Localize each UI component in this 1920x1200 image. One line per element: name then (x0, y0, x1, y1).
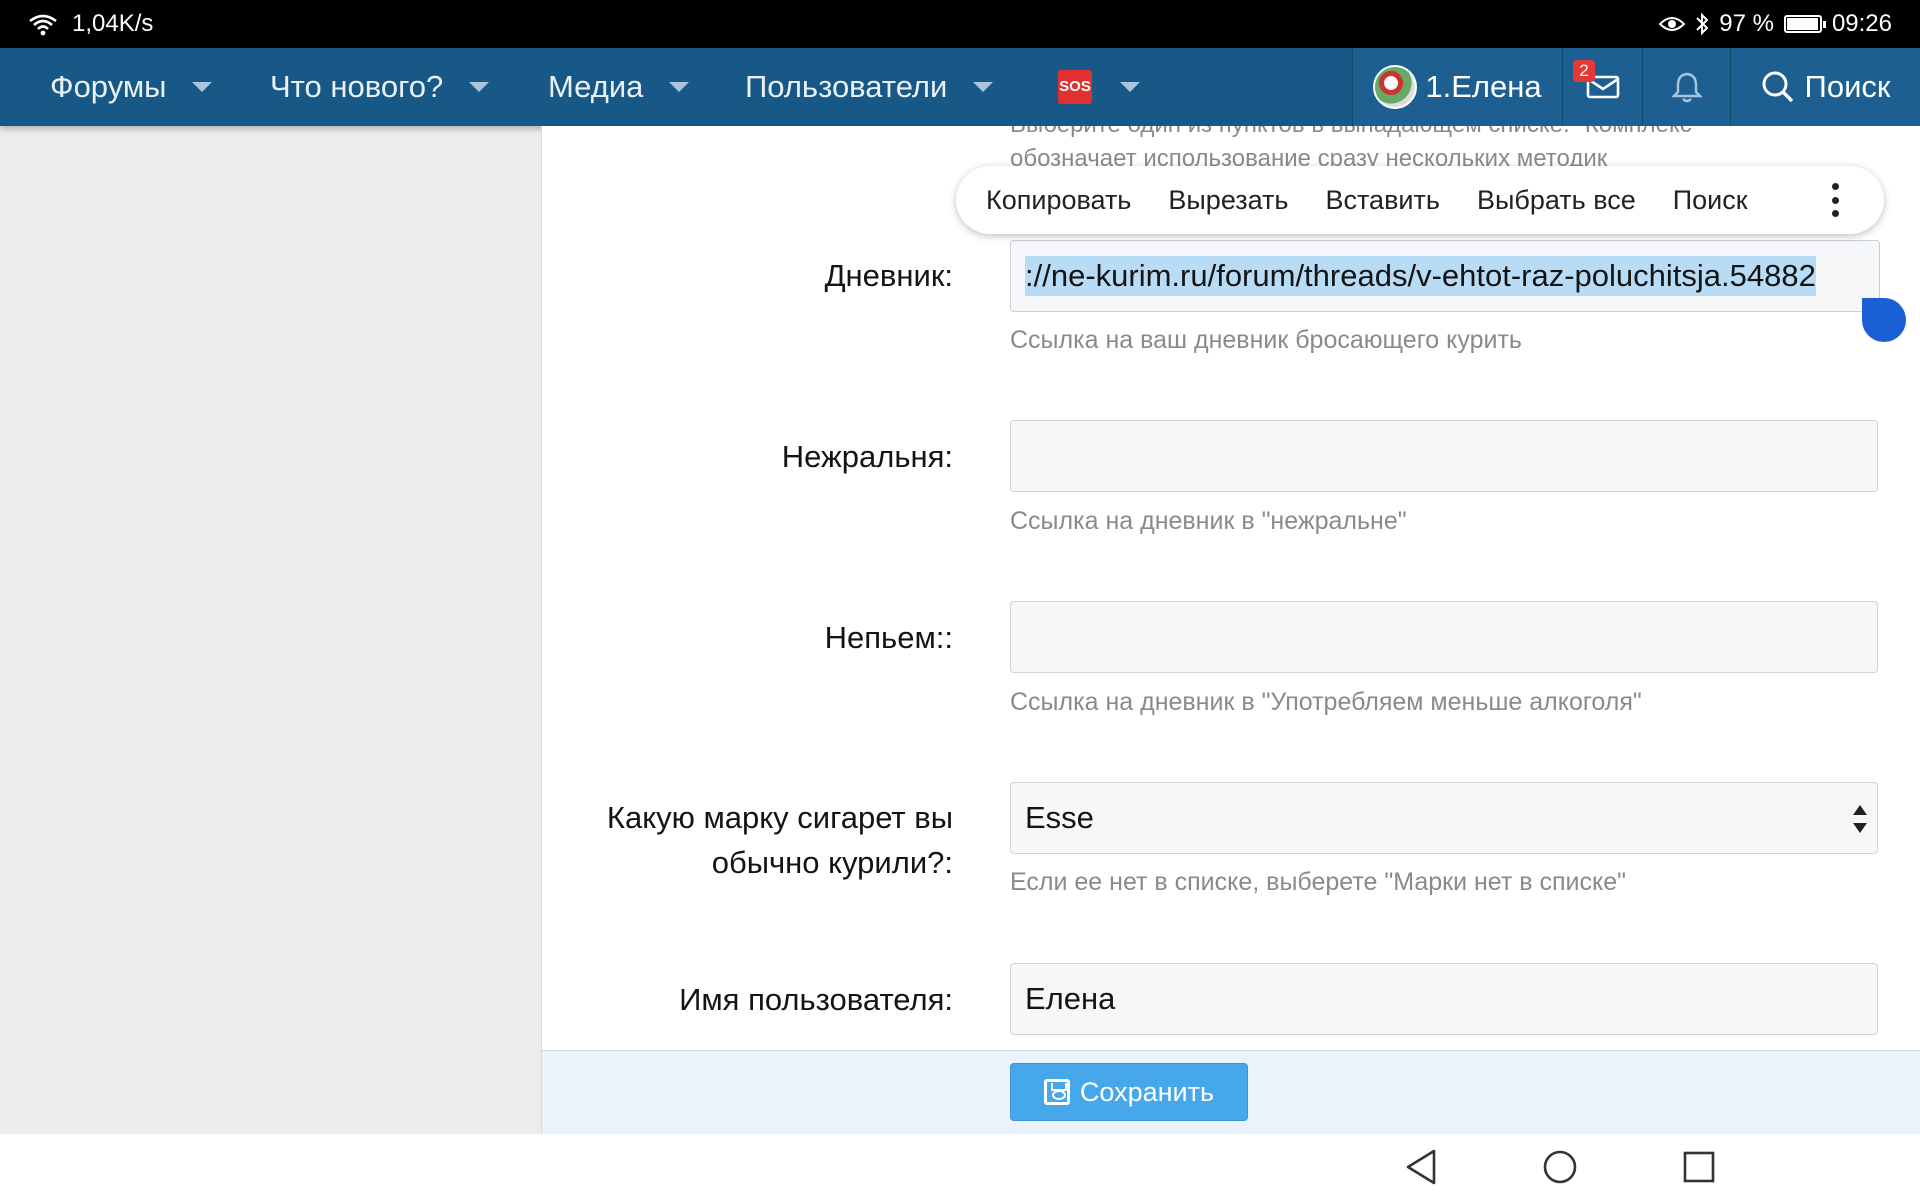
nav-media[interactable]: Медиа (548, 48, 690, 126)
battery-percent: 97 % (1719, 10, 1774, 37)
diary-hint: Ссылка на ваш дневник бросающего курить (1010, 326, 1522, 354)
cigarette-brand-hint: Если ее нет в списке, выберете "Марки не… (1010, 868, 1626, 896)
username-label: Имя пользователя: (679, 982, 953, 1017)
chevron-down-icon[interactable] (192, 82, 213, 92)
search-menu-item[interactable]: Поиск (1673, 185, 1748, 216)
chevron-down-icon[interactable] (973, 82, 994, 92)
home-icon[interactable] (1542, 1148, 1578, 1186)
chevron-down-icon[interactable] (669, 82, 690, 92)
alerts-button[interactable] (1642, 48, 1730, 126)
android-nav-bar (0, 1134, 1920, 1200)
avatar (1373, 65, 1418, 109)
nepyem-label: Непьем:: (824, 620, 953, 655)
select-arrows-icon (1853, 805, 1867, 833)
cigarette-brand-value: Esse (1025, 800, 1094, 835)
cigarette-brand-select[interactable]: Esse (1010, 782, 1878, 854)
nepyem-field[interactable] (1010, 601, 1878, 673)
nezhralnya-label: Нежральня: (781, 439, 953, 474)
inbox-badge: 2 (1573, 60, 1595, 82)
username-field-value: Елена (1025, 981, 1116, 1016)
username-field[interactable]: Елена (1010, 963, 1878, 1035)
nav-members-label: Пользователи (745, 69, 948, 104)
nav-whats-new[interactable]: Что нового? (270, 48, 490, 126)
nezhralnya-field[interactable] (1010, 420, 1878, 492)
nav-sos[interactable]: SOS (1058, 48, 1140, 126)
save-button-label: Сохранить (1079, 1076, 1215, 1107)
chevron-down-icon[interactable] (1120, 82, 1140, 92)
user-name: 1.Елена (1425, 69, 1542, 104)
search-label: Поиск (1804, 69, 1891, 104)
sos-icon: SOS (1058, 70, 1092, 104)
battery-fill (1786, 18, 1818, 30)
select-all-menu-item[interactable]: Выбрать все (1477, 185, 1636, 216)
diary-field-value: ://ne-kurim.ru/forum/threads/v-ehtot-raz… (1025, 256, 1816, 296)
paste-menu-item[interactable]: Вставить (1325, 185, 1439, 216)
nezhralnya-hint: Ссылка на дневник в "нежральне" (1010, 507, 1407, 535)
nav-whats-new-label: Что нового? (270, 69, 444, 104)
method-hint-line1: Выберите один из пунктов в выпадающем сп… (1010, 126, 1830, 142)
wifi-icon (29, 14, 57, 36)
cut-menu-item[interactable]: Вырезать (1168, 185, 1288, 216)
text-selection-menu: Копировать Вырезать Вставить Выбрать все… (956, 166, 1884, 234)
save-button[interactable]: Сохранить (1010, 1063, 1248, 1121)
bluetooth-icon (1696, 12, 1709, 36)
nepyem-hint: Ссылка на дневник в "Употребляем меньше … (1010, 688, 1642, 716)
floppy-disk-icon (1043, 1079, 1070, 1105)
nav-media-label: Медиа (548, 69, 644, 104)
diary-label: Дневник: (824, 258, 953, 293)
copy-menu-item[interactable]: Копировать (986, 185, 1131, 216)
selection-handle[interactable] (1862, 298, 1906, 342)
cigarette-brand-label: Какую марку сигарет вы обычно курили?: (607, 795, 953, 885)
diary-field[interactable]: ://ne-kurim.ru/forum/threads/v-ehtot-raz… (1010, 240, 1880, 312)
eye-icon (1659, 17, 1686, 31)
search-icon (1762, 71, 1793, 103)
bell-icon (1671, 72, 1702, 103)
cigarette-label-line1: Какую марку сигарет вы (606, 800, 953, 835)
user-menu[interactable]: 1.Елена (1352, 48, 1562, 126)
search-button[interactable]: Поиск (1730, 48, 1920, 126)
nav-forums[interactable]: Форумы (50, 48, 213, 126)
nav-forums-label: Форумы (50, 69, 167, 104)
forum-navbar: Форумы Что нового? Медиа Пользователи SO… (0, 48, 1920, 126)
network-speed: 1,04K/s (72, 10, 154, 37)
battery-icon (1783, 15, 1826, 33)
clock: 09:26 (1831, 10, 1892, 37)
cigarette-label-line2: обычно курили?: (711, 845, 953, 880)
recents-icon[interactable] (1682, 1148, 1716, 1186)
android-status-bar: 1,04K/s 97 % 09:26 (0, 0, 1920, 48)
chevron-down-icon[interactable] (469, 82, 490, 92)
nav-members[interactable]: Пользователи (745, 48, 994, 126)
inbox-button[interactable]: 2 (1562, 48, 1642, 126)
back-icon[interactable] (1404, 1148, 1438, 1186)
more-vertical-icon[interactable] (1832, 183, 1840, 217)
